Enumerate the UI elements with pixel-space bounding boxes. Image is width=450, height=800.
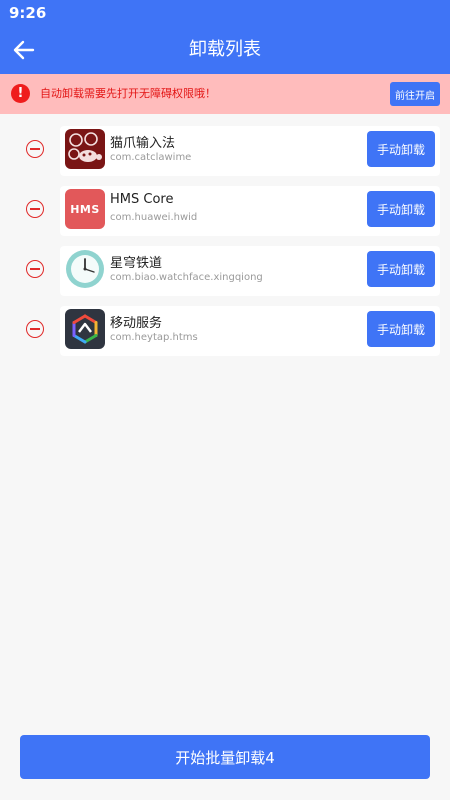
package-name: com.heytap.htms [110,332,198,343]
uninstall-list: 猫爪输入法 com.catclawime 手动卸载 HMS HMS Core c… [0,124,450,364]
list-item: 猫爪输入法 com.catclawime 手动卸载 [0,124,450,184]
app-card: 星穹铁道 com.biao.watchface.xingqiong 手动卸载 [60,246,440,296]
remove-icon[interactable] [26,260,44,278]
package-name: com.biao.watchface.xingqiong [110,272,263,283]
app-card: 移动服务 com.heytap.htms 手动卸载 [60,306,440,356]
list-item: 星穹铁道 com.biao.watchface.xingqiong 手动卸载 [0,244,450,304]
remove-icon[interactable] [26,320,44,338]
open-accessibility-button[interactable]: 前往开启 [390,82,440,106]
hms-icon-text: HMS [70,202,100,216]
package-name: com.catclawime [110,152,192,163]
app-name: 星穹铁道 [110,256,163,271]
list-item: 移动服务 com.heytap.htms 手动卸载 [0,304,450,364]
manual-uninstall-button[interactable]: 手动卸载 [367,191,435,227]
app-name: 猫爪输入法 [110,136,176,151]
manual-uninstall-button[interactable]: 手动卸载 [367,131,435,167]
app-name: 移动服务 [110,316,163,331]
manual-uninstall-button[interactable]: 手动卸载 [367,251,435,287]
cat-claw-ime-icon [65,129,105,169]
app-card: 猫爪输入法 com.catclawime 手动卸载 [60,126,440,176]
package-name: com.huawei.hwid [110,212,198,223]
app-name: HMS Core [110,192,174,207]
app-bar: 9:26 卸载列表 [0,0,450,74]
app-card: HMS HMS Core com.huawei.hwid 手动卸载 [60,186,440,236]
list-item: HMS HMS Core com.huawei.hwid 手动卸载 [0,184,450,244]
hms-core-icon: HMS [65,189,105,229]
remove-icon[interactable] [26,200,44,218]
manual-uninstall-button[interactable]: 手动卸载 [367,311,435,347]
watch-face-icon [65,249,105,289]
batch-uninstall-button[interactable]: 开始批量卸载4 [20,735,430,779]
page-title: 卸载列表 [189,39,261,60]
warning-text: 自动卸载需要先打开无障碍权限哦！ [40,87,216,100]
remove-icon[interactable] [26,140,44,158]
alert-icon: ! [11,84,30,103]
accessibility-warning-banner: ! 自动卸载需要先打开无障碍权限哦！ [0,74,450,114]
mobile-services-icon [65,309,105,349]
status-time: 9:26 [9,4,47,22]
